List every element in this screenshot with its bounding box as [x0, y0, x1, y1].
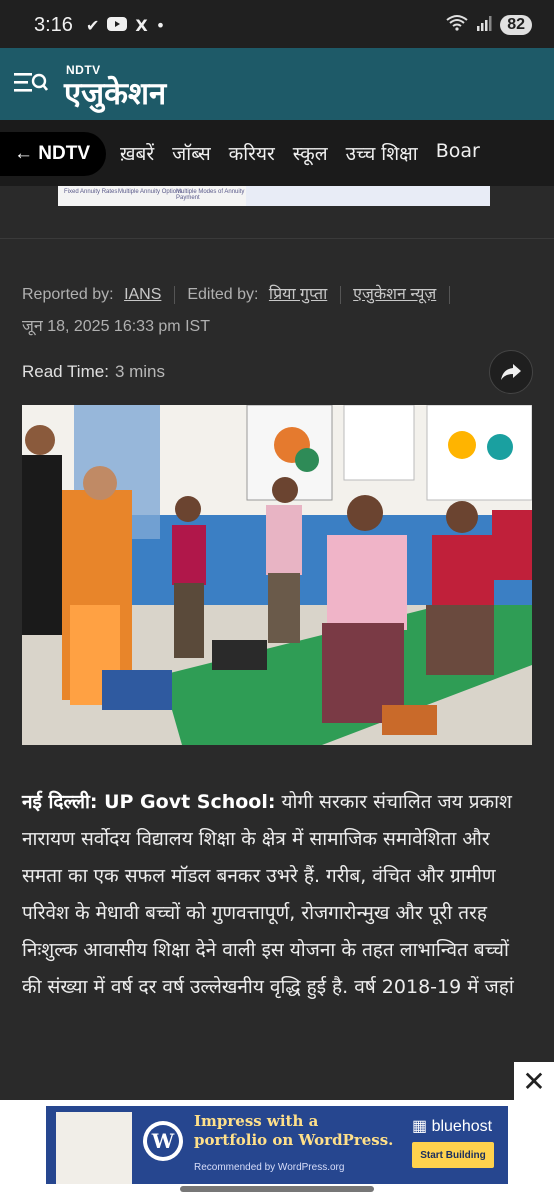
reported-label: Reported by:: [22, 286, 114, 303]
separator: [448, 285, 450, 304]
share-icon: [501, 364, 521, 380]
menu-search-icon[interactable]: [14, 70, 49, 96]
battery-badge: 82: [500, 15, 532, 35]
nav-item-higher-education[interactable]: उच्च शिक्षा: [346, 140, 418, 166]
signal-icon: [476, 15, 492, 35]
check-icon: ✔: [86, 16, 100, 35]
nav-item-career[interactable]: करियर: [229, 140, 275, 166]
edited-by-link[interactable]: प्रिया गुप्ता: [269, 286, 327, 303]
share-button[interactable]: [489, 350, 533, 394]
status-notification-icons: ✔ X •: [86, 16, 165, 35]
edited-label: Edited by:: [187, 286, 259, 303]
close-ad-button[interactable]: ✕: [514, 1062, 554, 1100]
article-paragraph: योगी सरकार संचालित जय प्रकाश नारायण सर्व…: [22, 791, 514, 998]
youtube-icon: [107, 16, 128, 35]
read-time-value: 3 mins: [114, 362, 166, 381]
category-nav: ← NDTV ख़बरें जॉब्स करियर स्कूल उच्च शिक…: [0, 120, 554, 186]
ad-cta-button[interactable]: Start Building: [412, 1142, 494, 1168]
ad-brand: ▦ bluehost: [412, 1116, 492, 1136]
wordpress-logo-icon: W: [142, 1120, 184, 1162]
publish-date: जून 18, 2025 16:33 pm IST: [22, 318, 210, 335]
nav-home-ndtv[interactable]: ← NDTV: [0, 132, 106, 176]
nav-item-school[interactable]: स्कूल: [293, 140, 328, 166]
ad-brand-name: bluehost: [431, 1118, 493, 1135]
x-icon: X: [135, 16, 148, 35]
nav-item-jobs[interactable]: जॉब्स: [172, 140, 211, 166]
nav-item-board[interactable]: Boar: [436, 140, 480, 166]
ad-headline-line-1: Impress with a: [194, 1112, 319, 1130]
ad-headline: Impress with a portfolio on WordPress.: [194, 1112, 393, 1150]
nav-item-news[interactable]: ख़बरें: [120, 140, 154, 166]
dot-icon: •: [155, 16, 166, 35]
article-hero-image: [22, 405, 532, 745]
ad-text: Multiple Annuity Options: [118, 189, 183, 195]
top-ad-banner[interactable]: Fixed Annuity Rates Multiple Annuity Opt…: [58, 186, 490, 206]
article-body: नई दिल्ली: UP Govt School: योगी सरकार सं…: [22, 784, 534, 1006]
home-indicator[interactable]: [180, 1186, 374, 1192]
status-time: 3:16: [34, 14, 73, 36]
separator: [173, 285, 175, 304]
read-time: Read Time: 3 mins: [22, 362, 165, 382]
ad-subtext: Recommended by WordPress.org: [194, 1162, 345, 1173]
byline: Reported by: IANS Edited by: प्रिया गुप्…: [22, 282, 458, 304]
category-link[interactable]: एजुकेशन न्यूज़: [353, 286, 436, 303]
nav-items: ख़बरें जॉब्स करियर स्कूल उच्च शिक्षा Boa…: [120, 140, 498, 166]
ad-headline-line-2: portfolio on WordPress.: [194, 1131, 394, 1149]
status-system: 82: [446, 14, 532, 36]
separator: [339, 285, 341, 304]
divider: [0, 238, 554, 239]
wifi-icon: [446, 14, 468, 36]
ad-text: Fixed Annuity Rates: [64, 189, 118, 195]
brand-education-logo[interactable]: एजुकेशन: [64, 72, 166, 114]
ad-thumbnail: [56, 1112, 132, 1184]
read-time-label: Read Time:: [22, 362, 109, 381]
status-bar: 3:16 ✔ X • 82: [0, 0, 554, 48]
reported-by-link[interactable]: IANS: [124, 286, 161, 303]
ad-text: Multiple Modes of Annuity Payment: [176, 189, 245, 201]
svg-text:W: W: [151, 1129, 175, 1153]
article-dateline: नई दिल्ली: UP Govt School:: [22, 791, 276, 813]
ad-fine-print: [246, 186, 490, 206]
bottom-ad-banner[interactable]: W Impress with a portfolio on WordPress.…: [46, 1106, 508, 1184]
grid-icon: ▦: [412, 1118, 428, 1135]
